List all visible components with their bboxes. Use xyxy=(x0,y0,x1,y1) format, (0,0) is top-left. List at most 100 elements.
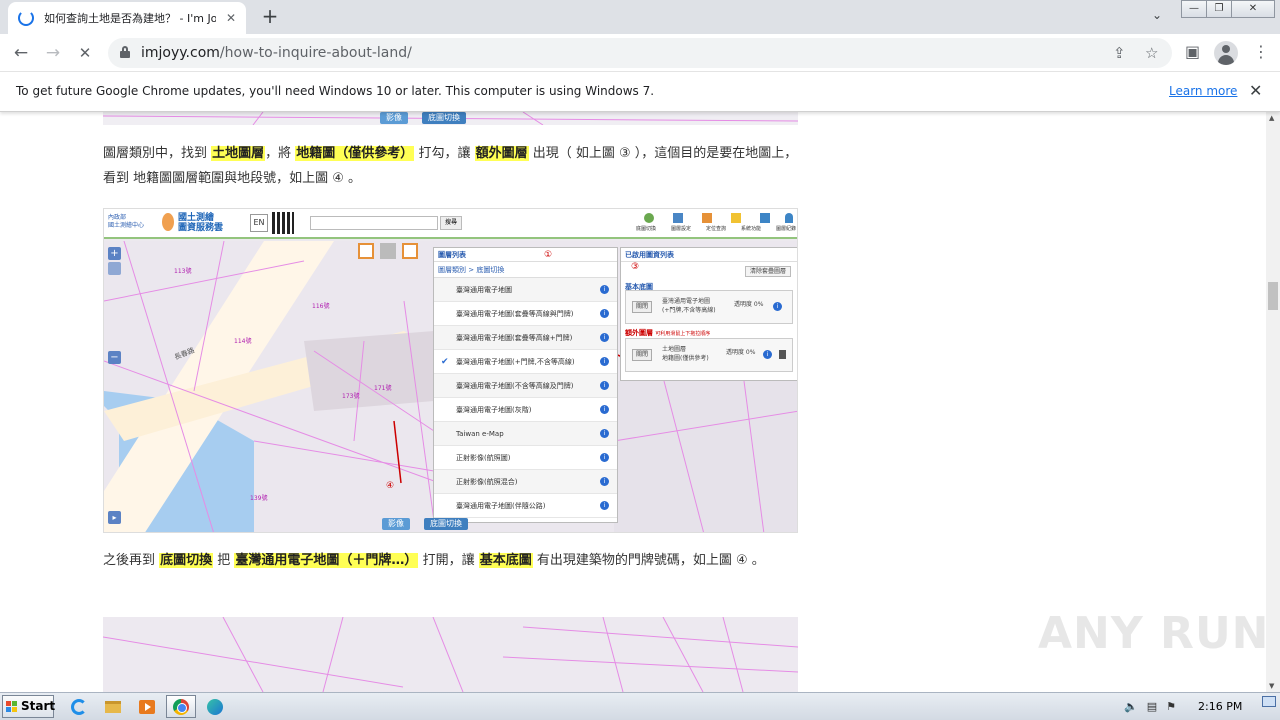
info-icon: i xyxy=(600,477,609,486)
basemap-tool-icon xyxy=(644,213,654,223)
para1-text-b: ，將 xyxy=(265,146,296,161)
taskbar-edge[interactable] xyxy=(200,695,230,718)
infobar-message: To get future Google Chrome updates, you… xyxy=(16,84,655,98)
layer-row: 臺灣通用電子地圖 i xyxy=(434,278,617,302)
chrome-menu-icon[interactable]: ⋮ xyxy=(1253,42,1269,61)
selected-layers-panel: 已啟用圖資列表 清除套疊圖層 ③ 基本底圖 關閉 臺灣通用電子地圖 (+門牌,不… xyxy=(620,247,797,381)
zoom-slider-icon xyxy=(108,262,121,275)
forward-button[interactable]: → xyxy=(42,42,64,64)
share-icon[interactable]: ⇪ xyxy=(1113,44,1126,62)
taskbar-clock[interactable]: 2:16 PM xyxy=(1198,700,1242,713)
scroll-up-icon[interactable]: ▲ xyxy=(1269,114,1274,122)
windows-taskbar: Start 🔈 ▤ ⚑ 2:16 PM xyxy=(0,692,1280,720)
taskbar-explorer[interactable] xyxy=(98,695,128,718)
folder-icon xyxy=(105,700,121,713)
base-layer-name: 臺灣通用電子地圖 (+門牌,不含等高線) xyxy=(662,298,716,314)
map-draw-tools xyxy=(358,243,430,261)
basemap-switch-button: 底圖切換 xyxy=(424,518,468,530)
scrollbar-thumb[interactable] xyxy=(1268,282,1278,310)
taskbar-ie[interactable] xyxy=(64,695,94,718)
media-player-icon xyxy=(139,699,155,714)
scroll-down-icon[interactable]: ▼ xyxy=(1269,682,1274,690)
info-icon: i xyxy=(773,302,782,311)
layer-name: 臺灣通用電子地圖(套疊等高線與門牌) xyxy=(456,310,574,318)
brand-logo-icon xyxy=(162,213,174,231)
layer-row: 臺灣通用電子地圖(不含等高線及門牌) i xyxy=(434,374,617,398)
profile-avatar-icon[interactable] xyxy=(1214,41,1238,65)
image-mode-button: 影像 xyxy=(382,518,410,530)
layer-name: Taiwan e-Map xyxy=(456,430,504,438)
browser-toolbar: ← → ✕ imjoyy.com/how-to-inquire-about-la… xyxy=(0,34,1280,72)
layer-name: 臺灣通用電子地圖(不含等高線及門牌) xyxy=(456,382,574,390)
draw-tool-icon xyxy=(358,243,374,259)
windows-logo-icon xyxy=(6,701,17,712)
taskbar-chrome[interactable] xyxy=(166,695,196,718)
parcel-label: 114號 xyxy=(234,338,252,345)
tab-close-icon[interactable]: ✕ xyxy=(226,11,236,25)
para1-text-c: 打勾，讓 xyxy=(414,146,475,161)
restore-button[interactable]: ❐ xyxy=(1206,0,1232,18)
info-icon: i xyxy=(600,453,609,462)
bookmark-star-icon[interactable]: ☆ xyxy=(1145,44,1158,62)
info-icon: i xyxy=(600,501,609,510)
lock-icon[interactable] xyxy=(120,46,130,58)
info-icon: i xyxy=(600,309,609,318)
layer-row: 臺灣通用電子地圖(套疊等高線與門牌) i xyxy=(434,302,617,326)
extra-layer-label: 額外圖層 xyxy=(625,329,653,337)
volume-icon[interactable]: 🔈 xyxy=(1124,700,1138,713)
back-button[interactable]: ← xyxy=(10,42,32,64)
brand-name: 國土測繪 圖資服務雲 xyxy=(178,213,224,233)
taskbar-media-player[interactable] xyxy=(132,695,162,718)
layer-row-selected: ✔ 臺灣通用電子地圖(+門牌,不含等高線) i xyxy=(434,350,617,374)
url-path: /how-to-inquire-about-land/ xyxy=(219,45,412,61)
info-icon: i xyxy=(600,429,609,438)
extra-layer-note: 可利用滑鼠上下拖拉順序 xyxy=(655,331,711,337)
anyrun-watermark: ANY RUN xyxy=(1038,608,1270,659)
map-expand-icon: ▸ xyxy=(108,511,121,524)
tab-strip: 如何查詢土地是否為建地？ - I'm Joyy ✕ + ⌄ — ❐ ✕ xyxy=(0,0,1280,34)
layer-name: 臺灣通用電子地圖 xyxy=(456,286,512,294)
address-bar[interactable]: imjoyy.com/how-to-inquire-about-land/ ⇪ … xyxy=(108,38,1172,68)
page-scrollbar[interactable]: ▲ ▼ xyxy=(1266,112,1280,692)
extra-opacity: 透明度 0% xyxy=(726,349,756,356)
learn-more-link[interactable]: Learn more xyxy=(1169,84,1237,98)
site-search-box xyxy=(310,216,438,230)
action-center-flag-icon[interactable]: ⚑ xyxy=(1166,700,1176,713)
layer-name: 臺灣通用電子地圖(套疊等高線+門牌) xyxy=(456,334,573,342)
marker-1: ① xyxy=(544,250,553,260)
layer-row: Taiwan e-Map i xyxy=(434,422,617,446)
checkmark-icon: ✔ xyxy=(441,357,449,367)
measure-tool-icon xyxy=(402,243,418,259)
info-icon: i xyxy=(600,333,609,342)
url-text[interactable]: imjoyy.com/how-to-inquire-about-land/ xyxy=(141,45,412,61)
edge-icon xyxy=(207,698,223,715)
start-button[interactable]: Start xyxy=(2,695,55,718)
records-tool-icon xyxy=(760,213,770,223)
show-desktop-icon[interactable] xyxy=(1262,696,1276,707)
previous-figure-bottom: 影像 底圖切換 xyxy=(103,112,798,125)
tab-search-icon[interactable]: ⌄ xyxy=(1152,8,1162,22)
para2-highlight-basemap-switch: 底圖切換 xyxy=(159,553,214,568)
para2-text-a: 之後再到 xyxy=(103,553,160,568)
network-icon[interactable]: ▤ xyxy=(1147,700,1157,713)
minimize-button[interactable]: — xyxy=(1181,0,1207,18)
window-controls: — ❐ ✕ xyxy=(1181,0,1275,18)
system-tool-icon xyxy=(731,213,741,223)
update-infobar: To get future Google Chrome updates, you… xyxy=(0,72,1280,112)
url-host: imjoyy.com xyxy=(141,45,220,61)
infobar-close-icon[interactable]: ✕ xyxy=(1249,81,1262,100)
browser-tab[interactable]: 如何查詢土地是否為建地？ - I'm Joyy ✕ xyxy=(8,2,246,34)
parcel-label: 116號 xyxy=(312,303,330,310)
map-screenshot-figure: 內政部 國土測繪中心 國土測繪 圖資服務雲 EN 搜尋 底圖切換 圖層設定 定位… xyxy=(103,208,798,533)
layers-tool-icon xyxy=(673,213,683,223)
stop-loading-button[interactable]: ✕ xyxy=(74,42,96,64)
parcel-label: 173號 xyxy=(342,393,360,400)
side-panel-icon[interactable]: ▣ xyxy=(1185,42,1200,61)
info-icon: i xyxy=(600,381,609,390)
layer-list: 臺灣通用電子地圖 i 臺灣通用電子地圖(套疊等高線與門牌) i 臺灣通用電子地圖(套… xyxy=(434,278,617,518)
parcel-label: 171號 xyxy=(374,385,392,392)
site-tool-icons: 底圖切換 圖層設定 定位查詢 系統功能 圖層紀錄 xyxy=(636,213,796,237)
layer-name: 臺灣通用電子地圖(+門牌,不含等高線) xyxy=(456,358,575,366)
new-tab-button[interactable]: + xyxy=(258,4,282,28)
close-window-button[interactable]: ✕ xyxy=(1231,0,1275,18)
